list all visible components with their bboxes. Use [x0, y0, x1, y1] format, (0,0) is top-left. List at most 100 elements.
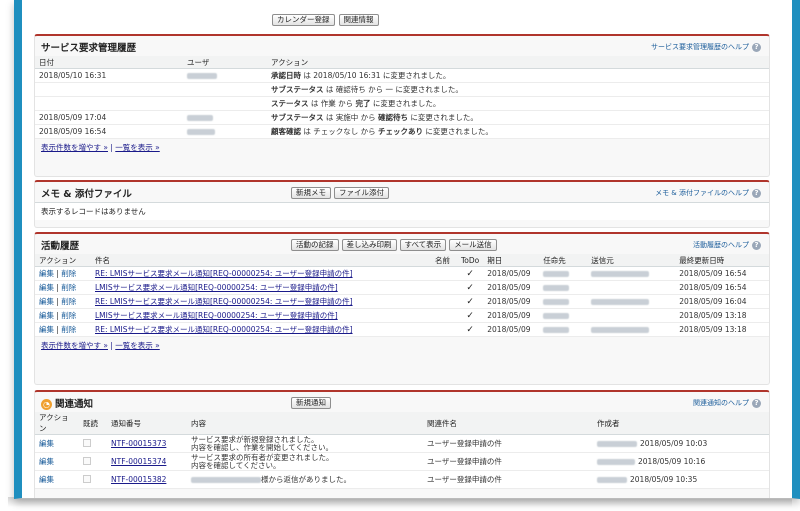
notice-created: 2018/05/09 10:16 [638, 457, 706, 466]
action-text: に変更されました。 [408, 113, 478, 122]
subject-link[interactable]: RE: LMISサービス要求メール通知[REQ-00000254: ユーザー登録… [95, 325, 353, 334]
delete-link[interactable]: 削除 [61, 297, 76, 306]
redacted-user [187, 129, 215, 135]
activity-name [431, 294, 457, 309]
activity-name [431, 266, 457, 281]
redacted-sender [591, 327, 650, 333]
new-memo-button[interactable]: 新規メモ [291, 187, 331, 199]
notices-section: ◔ 関連通知 新規通知 関連通知のヘルプ? アクション 既読 通知番号 内容 関連… [34, 390, 770, 498]
notice-content-line: 内容を確認し、作業を開始してください。 [191, 442, 334, 452]
column-header: 通知番号 [107, 412, 187, 435]
show-list-link[interactable]: 一覧を表示 » [115, 143, 159, 152]
show-all-button[interactable]: すべて表示 [399, 239, 447, 251]
notice-number: NTF-00015374 [107, 452, 187, 471]
help-icon[interactable]: ? [752, 188, 761, 198]
action-field: サブステータス [271, 85, 324, 94]
attachments-help-link[interactable]: メモ & 添付ファイルのヘルプ [655, 188, 749, 198]
related-info-button[interactable]: 関連情報 [338, 14, 379, 26]
notice-created: 2018/05/09 10:35 [630, 475, 698, 484]
delete-link[interactable]: 削除 [61, 311, 76, 320]
history-user [183, 110, 267, 125]
notices-help[interactable]: 関連通知のヘルプ? [693, 398, 761, 408]
activity-history-section: 活動履歴 活動の記録 差し込み印刷 すべて表示 メール送信 活動履歴のヘルプ? … [34, 232, 770, 385]
notice-number-link[interactable]: NTF-00015382 [111, 475, 166, 484]
service-history-help-link[interactable]: サービス要求管理履歴のヘルプ [651, 42, 749, 52]
send-email-button[interactable]: メール送信 [449, 239, 497, 251]
service-history-table: 日付 ユーザ アクション 2018/05/10 16:31 承認日時 は 2018… [35, 56, 769, 139]
action-field: 承認日時 [271, 71, 301, 80]
service-history-help[interactable]: サービス要求管理履歴のヘルプ? [651, 42, 761, 52]
history-user [183, 82, 267, 97]
calendar-register-button[interactable]: カレンダー登録 [272, 14, 335, 26]
read-checkbox [79, 434, 107, 453]
subject-link[interactable]: LMISサービス要求メール通知[REQ-00000254: ユーザー登録申請の件… [95, 283, 338, 292]
edit-link[interactable]: 編集 [35, 434, 79, 453]
history-action: サブステータス は 確認待ち から 一 に変更されました。 [267, 82, 769, 97]
attachments-help[interactable]: メモ & 添付ファイルのヘルプ? [655, 188, 761, 198]
read-checkbox-icon [83, 456, 91, 465]
notice-number-link[interactable]: NTF-00015374 [111, 457, 166, 466]
table-row: 編集 | 削除 RE: LMISサービス要求メール通知[REQ-00000254:… [35, 266, 769, 281]
read-checkbox-icon [83, 438, 91, 447]
todo-check-icon: ✓ [457, 266, 484, 281]
history-date: 2018/05/09 17:04 [35, 110, 183, 125]
notice-number-link[interactable]: NTF-00015373 [111, 439, 166, 448]
edit-link[interactable]: 編集 [39, 297, 54, 306]
notice-number: NTF-00015382 [107, 470, 187, 489]
row-actions: 編集 | 削除 [35, 308, 91, 323]
redacted-assignee [543, 285, 570, 291]
delete-link[interactable]: 削除 [61, 283, 76, 292]
delete-link[interactable]: 削除 [61, 269, 76, 278]
activity-help-link[interactable]: 活動履歴のヘルプ [693, 240, 749, 250]
edit-link[interactable]: 編集 [39, 283, 54, 292]
column-header: ユーザ [183, 56, 267, 69]
redacted-user [187, 73, 217, 79]
subject-link[interactable]: LMISサービス要求メール通知[REQ-00000254: ユーザー登録申請の件… [95, 311, 338, 320]
read-checkbox [79, 470, 107, 489]
mail-merge-button[interactable]: 差し込み印刷 [341, 239, 397, 251]
activity-subject: LMISサービス要求メール通知[REQ-00000254: ユーザー登録申請の件… [91, 280, 431, 295]
show-more-link[interactable]: 表示件数を増やす » [41, 341, 108, 350]
history-date [35, 82, 183, 97]
notices-title-wrap: ◔ 関連通知 [41, 396, 93, 410]
history-action: 承認日時 は 2018/05/10 16:31 に変更されました。 [267, 68, 769, 83]
edit-link[interactable]: 編集 [39, 311, 54, 320]
edit-link[interactable]: 編集 [39, 325, 54, 334]
subject-link[interactable]: RE: LMISサービス要求メール通知[REQ-00000254: ユーザー登録… [95, 269, 353, 278]
activity-buttons: 活動の記録 差し込み印刷 すべて表示 メール送信 [291, 239, 497, 251]
activity-sender [587, 308, 676, 323]
activity-links: 表示件数を増やす » | 一覧を表示 » [35, 337, 769, 354]
activity-updated: 2018/05/09 16:54 [675, 266, 769, 281]
new-notice-button[interactable]: 新規通知 [291, 397, 331, 409]
edit-link[interactable]: 編集 [35, 470, 79, 489]
activity-history-title: 活動履歴 [41, 241, 80, 252]
activity-sender [587, 280, 676, 295]
notices-table: アクション 既読 通知番号 内容 関連件名 作成者 編集 NTF-00015373… [35, 412, 769, 489]
attach-file-button[interactable]: ファイル添付 [334, 187, 389, 199]
record-detail-frame: カレンダー登録 関連情報 サービス要求管理履歴 サービス要求管理履歴のヘルプ? … [14, 0, 800, 499]
delete-link[interactable]: 削除 [61, 325, 76, 334]
notices-title: 関連通知 [55, 399, 94, 410]
activity-assignee [539, 308, 588, 323]
action-text: に変更されました。 [370, 99, 441, 108]
show-more-link[interactable]: 表示件数を増やす » [41, 143, 108, 152]
history-date: 2018/05/10 16:31 [35, 68, 183, 83]
edit-link[interactable]: 編集 [35, 452, 79, 471]
history-action: ステータス は 作業 から 完了 に変更されました。 [267, 96, 769, 111]
subject-link[interactable]: RE: LMISサービス要求メール通知[REQ-00000254: ユーザー登録… [95, 297, 353, 306]
activity-due: 2018/05/09 [483, 266, 540, 281]
show-list-link[interactable]: 一覧を表示 » [115, 341, 159, 350]
activity-sender [587, 266, 676, 281]
edit-link[interactable]: 編集 [39, 269, 54, 278]
no-records-text: 表示するレコードはありません [35, 202, 769, 220]
activity-table: アクション 件名 名前 ToDo 期日 任命先 送信元 最終更新日時 編集 | … [35, 254, 769, 337]
help-icon[interactable]: ? [752, 398, 761, 408]
action-field: ステータス [271, 99, 309, 108]
help-icon[interactable]: ? [752, 240, 761, 250]
activity-name [431, 308, 457, 323]
log-activity-button[interactable]: 活動の記録 [291, 239, 339, 251]
notices-help-link[interactable]: 関連通知のヘルプ [693, 398, 749, 408]
help-icon[interactable]: ? [752, 42, 761, 52]
activity-help[interactable]: 活動履歴のヘルプ? [693, 240, 761, 250]
table-row: サブステータス は 確認待ち から 一 に変更されました。 [35, 82, 769, 97]
